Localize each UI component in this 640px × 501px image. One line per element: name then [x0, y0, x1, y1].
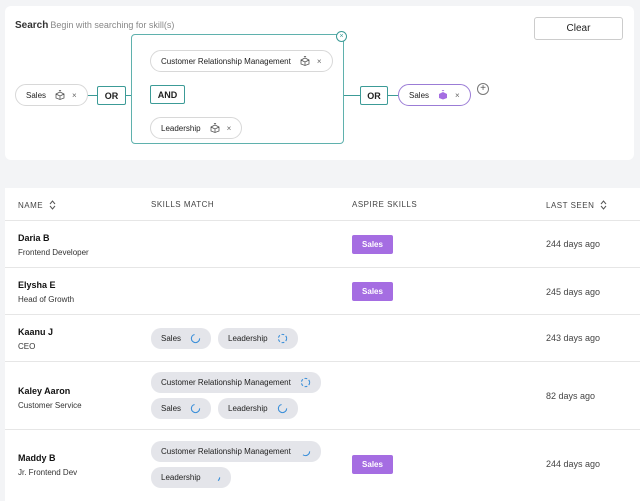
- match-progress-icon: [190, 403, 201, 414]
- candidate-title: Frontend Developer: [18, 248, 89, 257]
- table-row[interactable]: Kaanu J CEO Sales Leadership 243 days ag…: [5, 315, 640, 362]
- table-row[interactable]: Maddy B Jr. Frontend Dev Customer Relati…: [5, 430, 640, 501]
- candidate-title: Head of Growth: [18, 295, 75, 304]
- candidate-title: Customer Service: [18, 401, 82, 410]
- remove-chip-icon[interactable]: ×: [227, 124, 232, 133]
- aspire-chip-sales: Sales ×: [398, 84, 471, 106]
- clear-button[interactable]: Clear: [534, 17, 623, 40]
- candidate-name: Maddy B: [18, 453, 56, 463]
- group-close-icon[interactable]: ×: [336, 31, 347, 42]
- box-icon: [439, 90, 448, 100]
- skill-chip-crm: Customer Relationship Management ×: [150, 50, 333, 72]
- column-header-last-seen[interactable]: LAST SEEN: [546, 200, 607, 210]
- box-icon: [210, 123, 219, 133]
- match-progress-icon: [300, 446, 311, 457]
- candidate-title: CEO: [18, 342, 36, 351]
- table-row[interactable]: Daria B Frontend Developer Sales 244 day…: [5, 221, 640, 268]
- column-header-aspire-skills: ASPIRE SKILLS: [352, 200, 418, 209]
- column-header-name[interactable]: NAME: [18, 200, 56, 210]
- aspire-skill-badge: Sales: [352, 282, 393, 301]
- skill-chip-sales: Sales ×: [15, 84, 88, 106]
- candidate-title: Jr. Frontend Dev: [18, 468, 78, 477]
- matched-skill-chip: Sales: [151, 398, 212, 419]
- last-seen: 244 days ago: [546, 459, 601, 469]
- connector-line: [344, 95, 360, 96]
- table-header: NAME SKILLS MATCH ASPIRE SKILLS LAST SEE…: [5, 188, 640, 221]
- box-icon: [300, 56, 310, 66]
- box-icon: [55, 90, 65, 100]
- column-header-skills-match: SKILLS MATCH: [151, 200, 215, 209]
- connector-line: [388, 95, 398, 96]
- matched-skill-chip: Leadership: [151, 467, 231, 488]
- search-title: Search Begin with searching for skill(s): [15, 20, 175, 31]
- aspire-skill-badge: Sales: [352, 455, 393, 474]
- last-seen: 245 days ago: [546, 287, 601, 297]
- candidates-table: NAME SKILLS MATCH ASPIRE SKILLS LAST SEE…: [5, 188, 640, 501]
- match-progress-icon: [277, 403, 287, 414]
- candidate-name: Daria B: [18, 233, 50, 243]
- table-row[interactable]: Elysha E Head of Growth Sales 245 days a…: [5, 268, 640, 315]
- aspire-skill-badge: Sales: [352, 235, 393, 254]
- matched-skill-chip: Leadership: [218, 398, 298, 419]
- matched-skill-chip: Customer Relationship Management: [151, 441, 321, 462]
- sort-icon: [600, 200, 607, 210]
- sort-icon: [49, 200, 56, 210]
- match-progress-icon: [190, 333, 201, 344]
- operator-and-toggle[interactable]: AND: [150, 85, 185, 104]
- matched-skill-chip: Customer Relationship Management: [151, 372, 321, 393]
- matched-skill-chip: Leadership: [218, 328, 298, 349]
- matched-skill-chip: Sales: [151, 328, 212, 349]
- search-hint: Begin with searching for skill(s): [50, 20, 175, 30]
- last-seen: 82 days ago: [546, 391, 596, 401]
- candidate-name: Elysha E: [18, 280, 56, 290]
- last-seen: 243 days ago: [546, 333, 601, 343]
- operator-or-toggle[interactable]: OR: [97, 86, 126, 105]
- remove-chip-icon[interactable]: ×: [317, 57, 322, 66]
- match-progress-icon: [277, 333, 287, 344]
- operator-or-toggle[interactable]: OR: [360, 86, 388, 105]
- match-progress-icon: [300, 377, 311, 388]
- match-progress-icon: [210, 472, 220, 483]
- add-skill-button[interactable]: +: [477, 83, 489, 95]
- table-row[interactable]: Kaley Aaron Customer Service Customer Re…: [5, 362, 640, 430]
- skill-chip-leadership: Leadership ×: [150, 117, 243, 139]
- candidate-name: Kaley Aaron: [18, 386, 71, 396]
- candidate-name: Kaanu J: [18, 327, 54, 337]
- last-seen: 244 days ago: [546, 239, 601, 249]
- remove-chip-icon[interactable]: ×: [455, 91, 460, 100]
- remove-chip-icon[interactable]: ×: [72, 91, 77, 100]
